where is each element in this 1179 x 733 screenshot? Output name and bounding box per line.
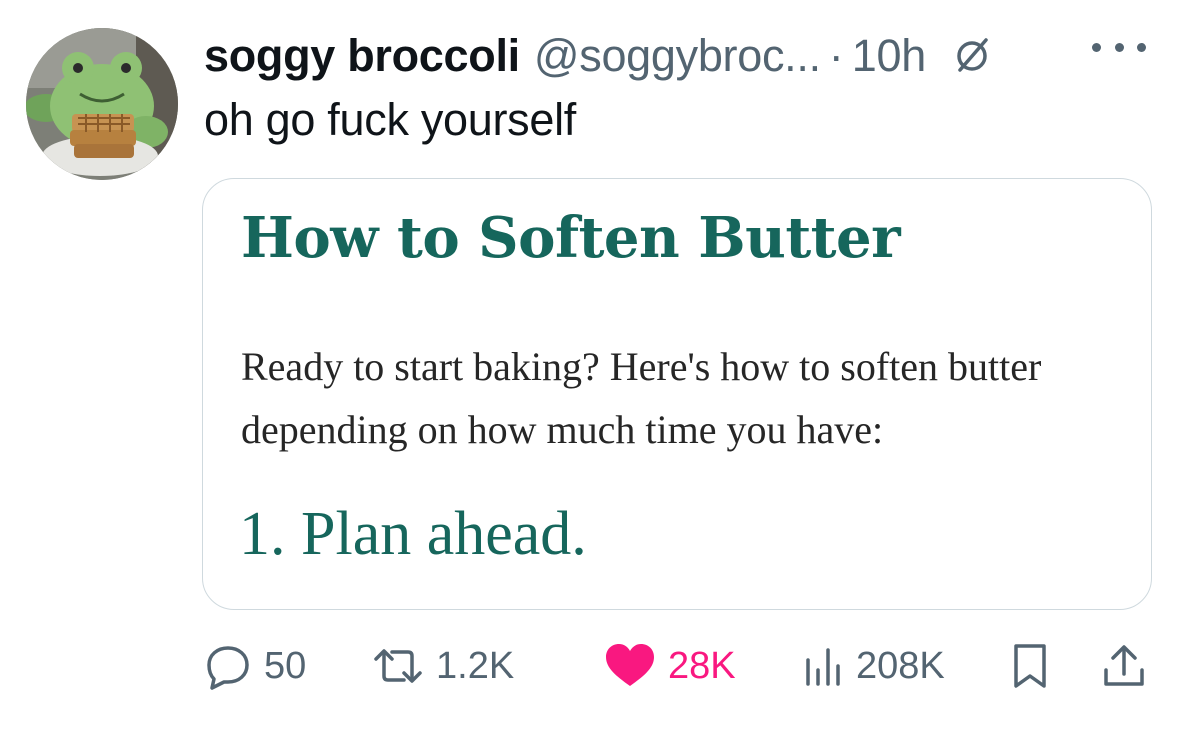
- like-button[interactable]: 28K: [602, 636, 736, 696]
- analytics-icon: [806, 648, 840, 686]
- bookmark-icon: [1014, 644, 1046, 688]
- retweet-button[interactable]: 1.2K: [370, 636, 514, 696]
- retweet-count: 1.2K: [436, 644, 515, 687]
- embedded-image-card[interactable]: How to Soften Butter Ready to start baki…: [202, 178, 1152, 610]
- tweet-text: oh go fuck yourself: [204, 94, 577, 145]
- action-bar: 50 1.2K 28K 208K: [202, 636, 1150, 696]
- bookmark-button[interactable]: [1008, 636, 1052, 696]
- card-body: Ready to start baking? Here's how to sof…: [241, 344, 1042, 452]
- no-reply-icon: [957, 38, 988, 72]
- share-icon: [1104, 645, 1144, 686]
- like-count: 28K: [668, 644, 736, 687]
- card-step: 1. Plan ahead.: [239, 500, 587, 568]
- timestamp[interactable]: 10h: [852, 28, 926, 84]
- tweet-header: soggy broccoli @soggybroc... · 10h: [204, 28, 994, 84]
- heart-icon: [606, 644, 654, 686]
- tweet: soggy broccoli @soggybroc... · 10h oh go…: [0, 0, 1179, 733]
- reply-button[interactable]: 50: [202, 636, 306, 696]
- more-options-icon[interactable]: [1092, 32, 1146, 62]
- retweet-icon: [374, 649, 422, 683]
- reply-icon: [207, 646, 249, 690]
- views-button[interactable]: 208K: [802, 636, 945, 696]
- avatar[interactable]: [26, 28, 178, 180]
- frog-plush-avatar-icon: [26, 28, 178, 180]
- separator-dot: ·: [828, 30, 844, 81]
- view-count: 208K: [856, 644, 945, 687]
- card-title: How to Soften Butter: [241, 205, 901, 271]
- reply-count: 50: [264, 644, 307, 687]
- display-name[interactable]: soggy broccoli: [204, 28, 520, 84]
- handle[interactable]: @soggybroc...: [534, 28, 821, 84]
- share-button[interactable]: [1100, 636, 1148, 696]
